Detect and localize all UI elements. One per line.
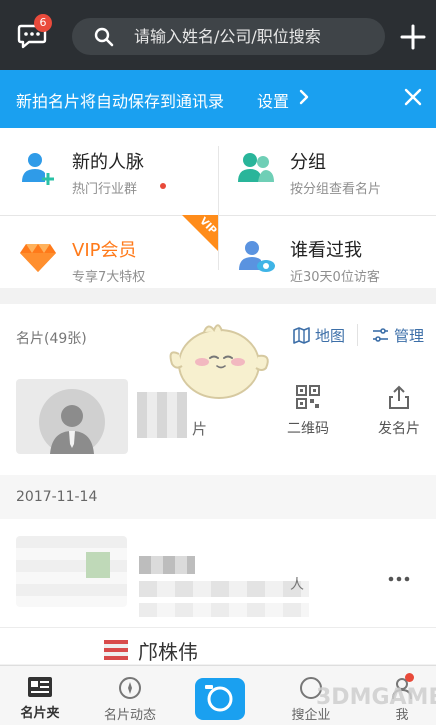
vip-diamond-icon — [20, 244, 56, 272]
card-thumbnail — [104, 640, 128, 660]
menu-item-groups[interactable]: 分组 按分组查看名片 — [218, 128, 436, 208]
top-bar: 6 — [0, 0, 436, 70]
tab-label: 我 — [395, 708, 409, 723]
app-screen: 6 新拍名片将自动保存到通讯录 设置 — [0, 0, 436, 725]
camera-button[interactable] — [195, 678, 245, 720]
send-card-button[interactable]: 发名片 — [371, 384, 427, 438]
contact-name-blurred — [139, 556, 195, 574]
manage-button[interactable]: 管理 — [372, 325, 424, 345]
qrcode-label: 二维码 — [287, 421, 329, 437]
menu-title: 分组 — [290, 152, 326, 173]
camera-icon — [205, 685, 233, 712]
menu-item-visitors[interactable]: 谁看过我 近30天0位访客 — [218, 216, 436, 296]
send-card-label: 发名片 — [378, 421, 420, 437]
contact-snippet: 人 — [290, 577, 304, 593]
groups-icon — [238, 153, 274, 182]
auto-save-notice: 新拍名片将自动保存到通讯录 设置 — [0, 70, 436, 128]
card-list-item[interactable]: 人 — [0, 519, 436, 627]
menu-subtitle: 近30天0位访客 — [290, 270, 380, 285]
manage-label: 管理 — [394, 327, 425, 345]
contact-name: 邝株伟 — [138, 640, 198, 664]
feed-icon — [119, 677, 141, 699]
search-icon — [94, 27, 114, 47]
contact-detail-blurred — [139, 581, 309, 597]
mascot-sticker — [169, 324, 269, 399]
qrcode-button[interactable]: 二维码 — [280, 384, 336, 438]
profile-notification-dot — [405, 673, 414, 682]
chevron-right-icon[interactable] — [298, 89, 310, 105]
tab-label: 名片动态 — [103, 708, 156, 723]
menu-title: 谁看过我 — [290, 240, 362, 261]
map-icon — [293, 327, 310, 344]
card-list-item[interactable]: 邝株伟 — [0, 627, 436, 664]
search-input[interactable] — [134, 18, 374, 55]
menu-item-new-contacts[interactable]: 新的人脉 热门行业群 — [0, 128, 218, 208]
feature-menu: 新的人脉 热门行业群 分组 按分组查看名片 VIP会员 专享7大特权 VIP 谁… — [0, 128, 436, 288]
more-icon[interactable] — [387, 574, 411, 584]
share-icon — [389, 385, 409, 409]
notice-settings-link[interactable]: 设置 — [257, 88, 289, 112]
watermark: 3DMGAME — [316, 685, 436, 710]
menu-title: 新的人脉 — [72, 152, 144, 173]
my-card-label: 片 — [192, 420, 208, 438]
close-icon[interactable] — [404, 88, 422, 106]
card-thumbnail — [16, 536, 127, 607]
my-card-avatar[interactable] — [16, 379, 128, 454]
notice-text: 新拍名片将自动保存到通讯录 — [16, 92, 225, 111]
search-bar[interactable] — [72, 18, 385, 55]
tab-card-folder[interactable]: 名片夹 — [0, 676, 80, 721]
map-button[interactable]: 地图 — [293, 325, 345, 345]
unread-dot — [160, 183, 166, 189]
qrcode-icon — [296, 385, 320, 409]
visitors-icon — [239, 241, 275, 272]
avatar-placeholder-icon — [39, 389, 105, 454]
add-icon[interactable] — [400, 24, 426, 50]
vip-corner-badge: VIP — [182, 215, 218, 251]
tab-card-feed[interactable]: 名片动态 — [90, 676, 170, 723]
tab-label: 名片夹 — [20, 706, 60, 721]
message-badge: 6 — [34, 14, 52, 32]
menu-subtitle: 专享7大特权 — [72, 270, 146, 285]
new-contacts-icon — [22, 153, 54, 185]
tab-label: 搜企业 — [291, 708, 331, 723]
card-count: 名片(49张) — [16, 331, 87, 347]
menu-subtitle: 热门行业群 — [72, 182, 138, 197]
divider — [357, 324, 358, 346]
date-separator: 2017-11-14 — [0, 475, 436, 519]
manage-icon — [373, 328, 388, 342]
map-label: 地图 — [315, 327, 346, 345]
date-label: 2017-11-14 — [16, 489, 98, 505]
card-folder-icon — [28, 677, 52, 697]
contact-detail-blurred — [139, 603, 309, 617]
menu-title: VIP会员 — [72, 240, 137, 261]
menu-subtitle: 按分组查看名片 — [290, 182, 382, 197]
